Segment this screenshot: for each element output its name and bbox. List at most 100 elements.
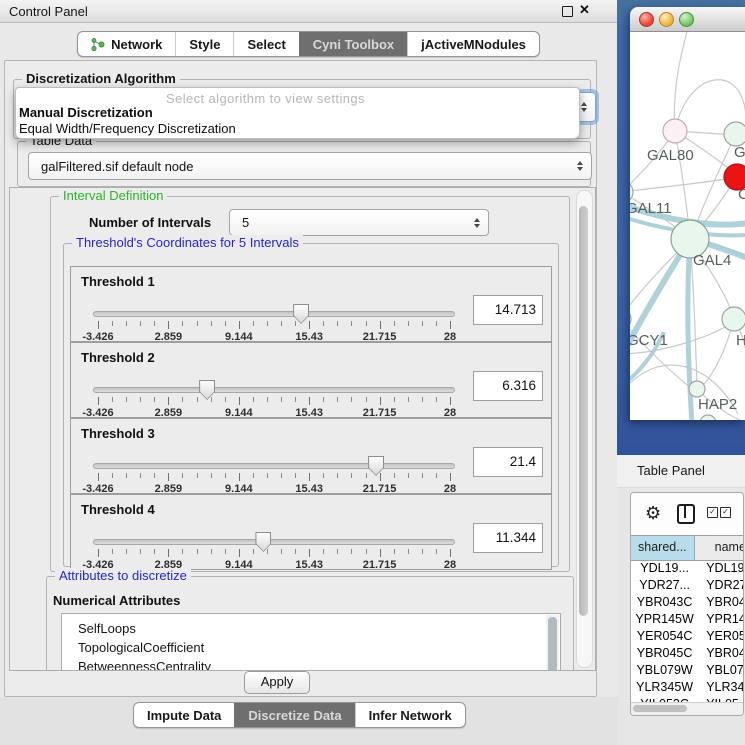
tab-style[interactable]: Style (175, 32, 233, 56)
tab-jactivemnodules[interactable]: jActiveMNodules (407, 32, 539, 56)
node-label: GAL11 (630, 200, 672, 217)
top-tab-bar: NetworkStyleSelectCyni Toolbox jActiveMNo… (77, 31, 540, 57)
cell-shared-name[interactable]: YDL19... (631, 560, 698, 577)
tab-infer-network[interactable]: Infer Network (355, 703, 465, 727)
cell-shared-name[interactable]: YLR345W (631, 679, 698, 696)
tab-label: jActiveMNodules (421, 37, 526, 52)
gear-icon[interactable]: ⚙ (645, 502, 661, 524)
table-row[interactable]: YPR145WYPR14 (631, 611, 744, 628)
cell-name[interactable]: YLR34 (698, 679, 744, 696)
split-columns-icon[interactable] (677, 504, 695, 524)
table-row[interactable]: YBL079WYBL07 (631, 662, 744, 679)
threshold-value-field[interactable]: 14.713 (473, 295, 543, 325)
network-node[interactable] (700, 415, 716, 420)
network-window-titlebar[interactable] (630, 7, 745, 32)
attribute-list-item[interactable]: SelfLoops (62, 619, 560, 638)
threshold-slider[interactable]: -3.4262.8599.14415.4321.71528 (93, 383, 455, 421)
column-header-name[interactable]: name (695, 536, 744, 560)
cell-shared-name[interactable]: YBR043C (631, 594, 698, 611)
table-horizontal-scrollbar[interactable] (631, 702, 743, 715)
cell-name[interactable]: YBR04 (698, 594, 744, 611)
settings-scrollpane: Interval Definition Number of Intervals … (9, 187, 596, 671)
slider-tick (309, 473, 310, 481)
column-header-shared-name[interactable]: shared... (631, 536, 695, 560)
algorithm-options: Manual DiscretizationEqual Width/Frequen… (19, 105, 576, 136)
tab-select[interactable]: Select (233, 32, 298, 56)
slider-thumb[interactable] (199, 380, 215, 400)
attributes-list-scrollbar[interactable] (546, 615, 559, 671)
table-data-combobox[interactable]: galFiltered.sif default node (28, 152, 592, 180)
mac-zoom-button[interactable] (679, 12, 694, 27)
network-node-h[interactable] (722, 307, 745, 331)
slider-tick (323, 473, 324, 478)
cell-name[interactable]: YBR04 (698, 645, 744, 662)
tab-network[interactable]: Network (78, 32, 175, 56)
algorithm-option[interactable]: Manual Discretization (19, 105, 576, 121)
network-node-gal80[interactable] (663, 119, 687, 143)
threshold-value-field[interactable]: 6.316 (473, 371, 543, 401)
cell-name[interactable]: YBL07 (698, 662, 744, 679)
slider-tick (197, 473, 198, 478)
float-panel-button[interactable] (562, 6, 573, 17)
threshold-slider[interactable]: -3.4262.8599.14415.4321.71528 (93, 459, 455, 497)
algorithm-option[interactable]: Equal Width/Frequency Discretization (19, 121, 576, 137)
slider-tick (267, 397, 268, 402)
slider-thumb[interactable] (255, 532, 271, 552)
threshold-panel: Threshold 3-3.4262.8599.14415.4321.71528… (70, 418, 552, 494)
select-columns-button[interactable]: ✓ ✓ (707, 507, 731, 518)
table-row[interactable]: YDR27...YDR27 (631, 577, 744, 594)
table-row[interactable]: YLR345WYLR34 (631, 679, 744, 696)
threshold-value-field[interactable]: 11.344 (473, 523, 543, 553)
table-row[interactable]: YBR045CYBR04 (631, 645, 744, 662)
numerical-attributes-list[interactable]: SelfLoopsTopologicalCoefficientBetweenne… (61, 613, 561, 671)
cell-shared-name[interactable]: YDR27... (631, 577, 698, 594)
attribute-list-item[interactable]: TopologicalCoefficient (62, 638, 560, 657)
slider-tick (281, 473, 282, 478)
slider-tick (239, 549, 240, 557)
cell-name[interactable]: YDL19 (698, 560, 744, 577)
table-row[interactable]: YBR043CYBR04 (631, 594, 744, 611)
cell-shared-name[interactable]: YER054C (631, 628, 698, 645)
slider-track[interactable] (93, 387, 455, 393)
mac-minimize-button[interactable] (659, 12, 674, 27)
slider-tick (295, 321, 296, 326)
slider-thumb[interactable] (368, 456, 384, 476)
slider-tick (366, 397, 367, 402)
apply-button[interactable]: Apply (244, 671, 310, 694)
network-node-ga[interactable] (724, 122, 745, 146)
slider-track[interactable] (93, 311, 455, 317)
network-node-hap2[interactable] (689, 381, 705, 397)
cell-shared-name[interactable]: YBL079W (631, 662, 698, 679)
mac-close-button[interactable] (639, 12, 654, 27)
cell-name[interactable]: YPR14 (698, 611, 744, 628)
tab-cyni-toolbox[interactable]: Cyni Toolbox (299, 32, 407, 56)
cell-shared-name[interactable]: YBR045C (631, 645, 698, 662)
slider-track[interactable] (93, 463, 455, 469)
slider-tick (197, 321, 198, 326)
slider-tick (337, 321, 338, 326)
cell-name[interactable]: YDR27 (698, 577, 744, 594)
cell-name[interactable]: YER05 (698, 628, 744, 645)
tab-impute-data[interactable]: Impute Data (134, 703, 234, 727)
scrollbar-thumb[interactable] (548, 617, 557, 671)
number-of-intervals-combobox[interactable]: 5 (229, 209, 489, 236)
table-row[interactable]: YER054CYER05 (631, 628, 744, 645)
slider-tick (168, 549, 169, 557)
table-row[interactable]: YDL19...YDL19 (631, 560, 744, 577)
settings-vertical-scrollbar[interactable] (576, 190, 593, 668)
network-desktop-area: GAL80GACGAL11GAL4GCY1HHAP2 (617, 0, 745, 455)
attribute-list-item[interactable]: BetweennessCentrality (62, 657, 560, 671)
slider-tick (323, 321, 324, 326)
scrollbar-thumb[interactable] (633, 705, 687, 712)
scrollbar-thumb[interactable] (579, 206, 588, 616)
threshold-slider[interactable]: -3.4262.8599.14415.4321.71528 (93, 307, 455, 345)
network-icon (91, 38, 105, 51)
slider-track[interactable] (93, 539, 455, 545)
network-canvas[interactable]: GAL80GACGAL11GAL4GCY1HHAP2 (630, 32, 745, 420)
close-panel-button[interactable]: ✕ (579, 2, 590, 18)
threshold-value-field[interactable]: 21.4 (473, 447, 543, 477)
cell-shared-name[interactable]: YPR145W (631, 611, 698, 628)
network-node-gcy1[interactable] (630, 308, 631, 330)
tab-discretize-data[interactable]: Discretize Data (234, 703, 354, 727)
slider-tick (112, 321, 113, 326)
